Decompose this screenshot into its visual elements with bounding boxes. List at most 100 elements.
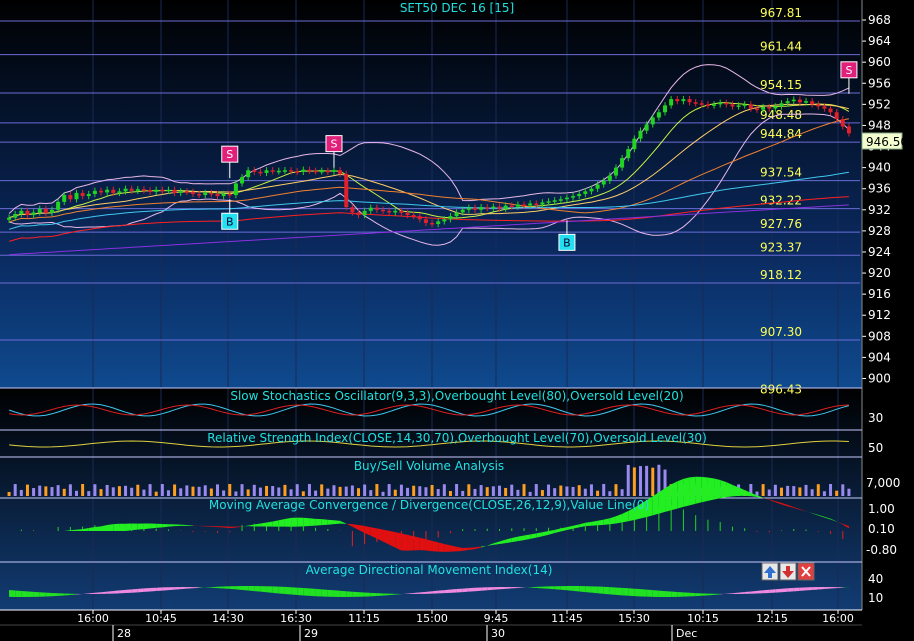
volume-bar-52 (326, 488, 330, 496)
volume-bar-128 (792, 486, 796, 496)
sell-signal-1-label: S (226, 148, 233, 161)
adx-band-5 (33, 591, 40, 597)
candle-body-56 (350, 207, 355, 213)
candle-body-60 (374, 207, 379, 210)
candle-body-70 (436, 221, 441, 225)
candle-body-14 (92, 190, 97, 194)
candle-body-123 (761, 106, 766, 110)
x-tick-label-11: 16:00 (822, 612, 854, 625)
macd-band-65 (401, 533, 408, 551)
volume-bar-96 (596, 490, 600, 496)
candle-body-17 (111, 189, 116, 193)
volume-bar-25 (160, 484, 164, 496)
candle-body-23 (148, 190, 153, 192)
volume-bar-76 (473, 488, 477, 496)
candle-body-67 (417, 216, 422, 220)
adx-band-110 (677, 591, 684, 597)
y-tick-label-5: 948 (868, 118, 891, 132)
volume-bar-93 (577, 485, 581, 496)
adx-band-48 (297, 587, 304, 596)
candle-body-2 (19, 210, 24, 215)
macd-band-48 (297, 517, 304, 527)
move-down-button[interactable] (779, 562, 797, 581)
close-panel-button[interactable] (797, 562, 815, 581)
adx-band-53 (327, 589, 334, 597)
volume-bar-69 (430, 485, 434, 496)
rsi-title: Relative Strength Index(CLOSE,14,30,70),… (207, 431, 707, 445)
adx-band-19 (119, 589, 126, 594)
volume-bar-17 (111, 487, 115, 496)
candle-body-40 (252, 170, 257, 172)
adx-band-105 (646, 589, 653, 597)
candle-body-75 (466, 207, 471, 210)
candle-body-96 (595, 184, 600, 189)
candle-body-38 (240, 177, 245, 184)
adx-band-54 (333, 590, 341, 597)
volume-bar-100 (620, 489, 624, 496)
adx-band-107 (658, 590, 666, 597)
volume-bar-51 (320, 484, 324, 496)
adx-band-76 (468, 587, 475, 592)
x-tick-label-5: 15:00 (416, 612, 448, 625)
volume-bar-137 (847, 488, 851, 496)
volume-axis-label: 7,000 (866, 476, 900, 490)
adx-band-79 (487, 587, 494, 591)
candle-body-20 (129, 188, 134, 191)
volume-bar-37 (234, 491, 238, 496)
volume-bar-73 (455, 484, 459, 496)
volume-bar-131 (810, 489, 814, 496)
volume-bar-6 (44, 486, 48, 496)
adx-band-89 (548, 586, 555, 590)
macd-band-49 (303, 517, 310, 527)
adx-band-55 (340, 590, 347, 597)
candle-body-55 (344, 173, 349, 208)
adx-band-47 (291, 587, 298, 596)
volume-bar-129 (798, 487, 802, 496)
candle-body-62 (387, 210, 392, 213)
volume-bar-102 (632, 467, 636, 496)
candle-body-21 (135, 189, 140, 191)
candle-body-77 (479, 207, 484, 210)
adx-band-9 (58, 593, 65, 596)
candle-body-124 (767, 106, 772, 109)
candle-body-41 (258, 171, 263, 174)
candle-body-52 (325, 170, 330, 173)
level-label-11: 896.43 (760, 382, 802, 396)
macd-band-117 (720, 480, 727, 499)
macd-band-52 (321, 519, 328, 526)
candle-body-114 (705, 104, 710, 106)
adx-band-109 (671, 591, 678, 597)
candle-body-137 (846, 126, 851, 134)
volume-bar-21 (136, 484, 140, 496)
macd-band-71 (438, 542, 445, 552)
candle-body-112 (693, 102, 698, 104)
x-tick-label-8: 15:30 (618, 612, 650, 625)
volume-bar-127 (786, 485, 790, 496)
date-label-1: 29 (304, 627, 318, 640)
volume-bar-13 (87, 491, 91, 496)
candle-body-136 (840, 119, 845, 127)
candle-body-110 (681, 99, 686, 102)
candle-body-13 (86, 193, 91, 197)
adx-band-50 (309, 588, 316, 597)
move-up-button[interactable] (761, 562, 779, 581)
adx-band-49 (303, 588, 310, 596)
volume-bar-7 (50, 487, 54, 496)
adx-band-43 (266, 586, 273, 593)
macd-band-46 (284, 517, 292, 527)
candle-body-53 (331, 170, 336, 172)
y-tick-label-14: 912 (868, 308, 891, 322)
volume-bar-123 (761, 484, 765, 496)
level-label-9: 918.12 (760, 268, 802, 282)
volume-bar-81 (504, 487, 508, 496)
macd-band-17 (107, 524, 114, 531)
candle-body-118 (730, 104, 735, 107)
macd-band-18 (113, 523, 120, 531)
adx-band-46 (284, 586, 292, 595)
volume-bar-19 (124, 485, 128, 496)
adx-band-36 (223, 586, 230, 589)
level-label-5: 937.54 (760, 166, 802, 180)
adx-band-96 (591, 586, 598, 594)
volume-bar-20 (130, 487, 134, 496)
candle-body-125 (773, 106, 778, 109)
